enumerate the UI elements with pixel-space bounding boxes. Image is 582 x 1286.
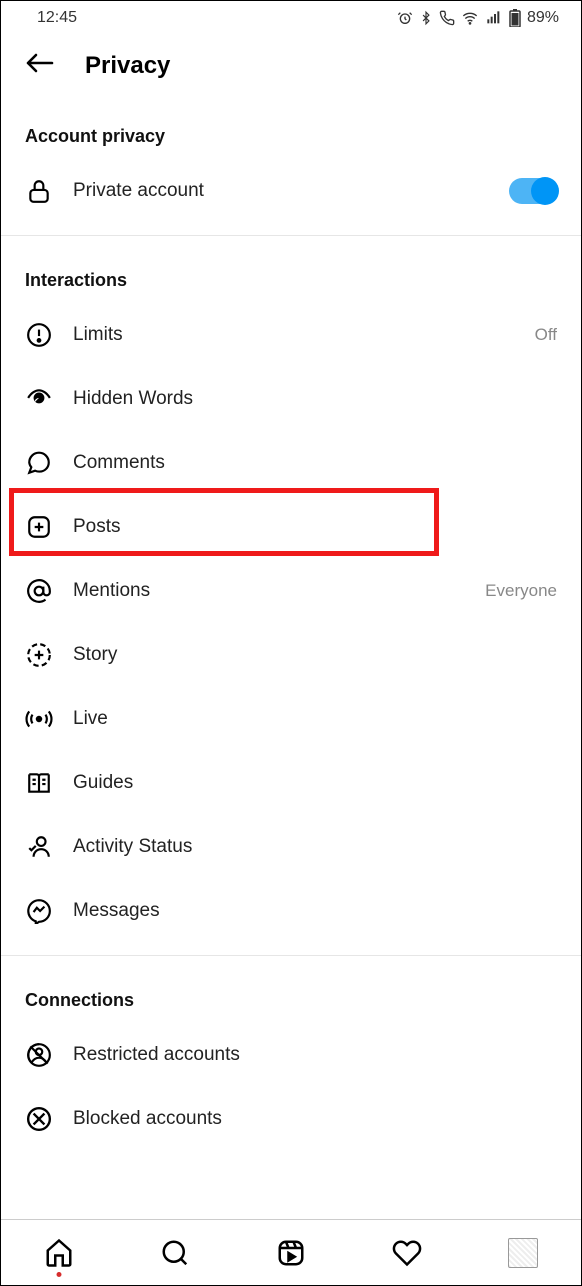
battery-icon	[509, 9, 521, 27]
profile-avatar-icon	[508, 1238, 538, 1268]
signal-icon	[485, 10, 503, 26]
section-account-privacy: Account privacy	[1, 92, 581, 159]
back-arrow-icon	[25, 51, 55, 75]
row-private-account[interactable]: Private account	[1, 159, 581, 223]
back-button[interactable]	[25, 51, 55, 80]
status-icons: 89%	[397, 9, 559, 27]
row-live[interactable]: Live	[1, 687, 581, 751]
comment-icon	[25, 449, 53, 477]
page-header: Privacy	[1, 31, 581, 92]
restricted-icon	[25, 1041, 53, 1069]
wifi-icon	[461, 10, 479, 26]
activity-status-label: Activity Status	[73, 836, 557, 858]
row-comments[interactable]: Comments	[1, 431, 581, 495]
row-story[interactable]: Story	[1, 623, 581, 687]
nav-reels[interactable]	[271, 1233, 311, 1273]
blocked-icon	[25, 1105, 53, 1133]
phone-icon	[439, 10, 455, 26]
status-bar: 12:45 89%	[1, 1, 581, 31]
blocked-label: Blocked accounts	[73, 1108, 557, 1130]
home-icon	[44, 1238, 74, 1268]
alert-circle-icon	[25, 321, 53, 349]
limits-label: Limits	[73, 324, 515, 346]
story-label: Story	[73, 644, 557, 666]
hidden-words-label: Hidden Words	[73, 388, 557, 410]
live-label: Live	[73, 708, 557, 730]
status-time: 12:45	[37, 9, 77, 27]
nav-home-indicator	[57, 1272, 62, 1277]
plus-square-icon	[25, 513, 53, 541]
nav-activity[interactable]	[387, 1233, 427, 1273]
section-connections: Connections	[1, 956, 581, 1023]
row-restricted-accounts[interactable]: Restricted accounts	[1, 1023, 581, 1087]
private-account-label: Private account	[73, 180, 489, 202]
activity-status-icon	[25, 833, 53, 861]
row-guides[interactable]: Guides	[1, 751, 581, 815]
bluetooth-icon	[419, 10, 433, 26]
search-icon	[160, 1238, 190, 1268]
row-activity-status[interactable]: Activity Status	[1, 815, 581, 879]
alarm-icon	[397, 10, 413, 26]
row-mentions[interactable]: Mentions Everyone	[1, 559, 581, 623]
mentions-value: Everyone	[485, 581, 557, 601]
lock-icon	[25, 177, 53, 205]
row-blocked-accounts[interactable]: Blocked accounts	[1, 1087, 581, 1151]
limits-value: Off	[535, 325, 557, 345]
guides-label: Guides	[73, 772, 557, 794]
eye-hidden-icon	[25, 385, 53, 413]
bottom-nav	[1, 1219, 581, 1285]
reels-icon	[276, 1238, 306, 1268]
messenger-icon	[25, 897, 53, 925]
guides-icon	[25, 769, 53, 797]
heart-icon	[392, 1238, 422, 1268]
page-title: Privacy	[85, 52, 170, 80]
battery-percent: 89%	[527, 9, 559, 27]
messages-label: Messages	[73, 900, 557, 922]
restricted-label: Restricted accounts	[73, 1044, 557, 1066]
row-hidden-words[interactable]: Hidden Words	[1, 367, 581, 431]
section-interactions: Interactions	[1, 236, 581, 303]
comments-label: Comments	[73, 452, 557, 474]
row-posts[interactable]: Posts	[1, 495, 581, 559]
radio-icon	[25, 705, 53, 733]
mentions-label: Mentions	[73, 580, 465, 602]
row-limits[interactable]: Limits Off	[1, 303, 581, 367]
nav-search[interactable]	[155, 1233, 195, 1273]
posts-label: Posts	[73, 516, 557, 538]
row-messages[interactable]: Messages	[1, 879, 581, 943]
private-account-toggle[interactable]	[509, 178, 557, 204]
story-icon	[25, 641, 53, 669]
nav-profile[interactable]	[503, 1233, 543, 1273]
at-sign-icon	[25, 577, 53, 605]
nav-home[interactable]	[39, 1233, 79, 1273]
